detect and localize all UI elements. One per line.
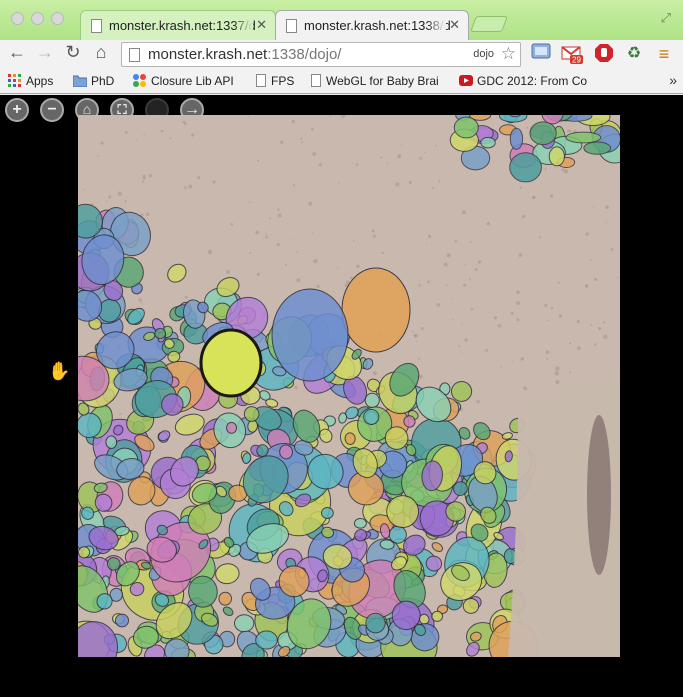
em-segmentation-canvas	[78, 115, 620, 657]
bookmarks-bar: Apps PhD Closure Lib API FPS WebGL for B…	[0, 68, 683, 94]
address-bar[interactable]: monster.krash.net:1338/dojo/ dojo ☆	[121, 42, 521, 67]
bookmark-gdc-2012[interactable]: GDC 2012: From Co	[459, 74, 659, 88]
image-viewer[interactable]: + − ⌂ ⛶ → ✋	[0, 95, 683, 697]
bookmark-phd[interactable]: PhD	[73, 74, 114, 88]
adblock-icon[interactable]	[593, 43, 615, 65]
screenshot-extension-icon[interactable]	[530, 43, 552, 65]
back-arrow-icon[interactable]: ←	[6, 42, 28, 63]
folder-icon	[73, 74, 88, 88]
apps-grid-icon	[8, 74, 21, 87]
toolbar: ← → ↻ ⌂ monster.krash.net:1338/dojo/ doj…	[0, 40, 683, 68]
close-window-icon[interactable]	[11, 12, 24, 25]
url-text[interactable]: monster.krash.net:1338/dojo/	[148, 46, 341, 63]
page-icon	[129, 48, 140, 62]
bookmark-closure-lib-api[interactable]: Closure Lib API	[133, 74, 234, 88]
bookmark-apps[interactable]: Apps	[8, 74, 53, 88]
closure-icon	[133, 74, 146, 87]
omnibox-extension-label[interactable]: dojo	[473, 48, 494, 60]
browser-window: monster.krash.net:1337/d ✕ monster.krash…	[0, 0, 683, 96]
zoom-out-button[interactable]: −	[40, 98, 64, 122]
bookmark-webgl[interactable]: WebGL for Baby Brai	[311, 74, 443, 88]
minimize-window-icon[interactable]	[31, 12, 44, 25]
hand-cursor-icon: ✋	[48, 361, 71, 381]
bookmark-star-icon[interactable]: ☆	[501, 44, 516, 64]
new-tab-button[interactable]	[470, 16, 508, 32]
forward-arrow-icon[interactable]: →	[34, 42, 56, 63]
titlebar: monster.krash.net:1337/d ✕ monster.krash…	[0, 0, 683, 40]
close-tab-icon[interactable]: ✕	[449, 17, 460, 33]
fullscreen-icon[interactable]: ⤢	[661, 10, 671, 26]
home-icon[interactable]: ⌂	[90, 42, 112, 63]
zoom-window-icon[interactable]	[51, 12, 64, 25]
gmail-icon[interactable]: 29	[561, 43, 583, 65]
youtube-icon	[459, 74, 473, 87]
more-bookmarks-icon[interactable]: »	[669, 72, 677, 88]
segmentation-image[interactable]	[78, 115, 620, 657]
page-icon	[91, 19, 102, 33]
page-icon	[286, 19, 297, 33]
tab-1337[interactable]: monster.krash.net:1337/d ✕	[80, 10, 276, 40]
reload-icon[interactable]: ↻	[62, 42, 84, 63]
recycle-icon[interactable]: ♻	[623, 43, 645, 65]
page-icon	[311, 74, 321, 87]
close-tab-icon[interactable]: ✕	[256, 17, 267, 33]
svg-text:29: 29	[572, 56, 581, 65]
bookmark-fps[interactable]: FPS	[256, 74, 294, 88]
menu-icon[interactable]: ≡	[653, 43, 675, 65]
page-icon	[256, 74, 266, 87]
tab-1338[interactable]: monster.krash.net:1338/d ✕	[275, 10, 469, 40]
zoom-in-button[interactable]: +	[5, 98, 29, 122]
